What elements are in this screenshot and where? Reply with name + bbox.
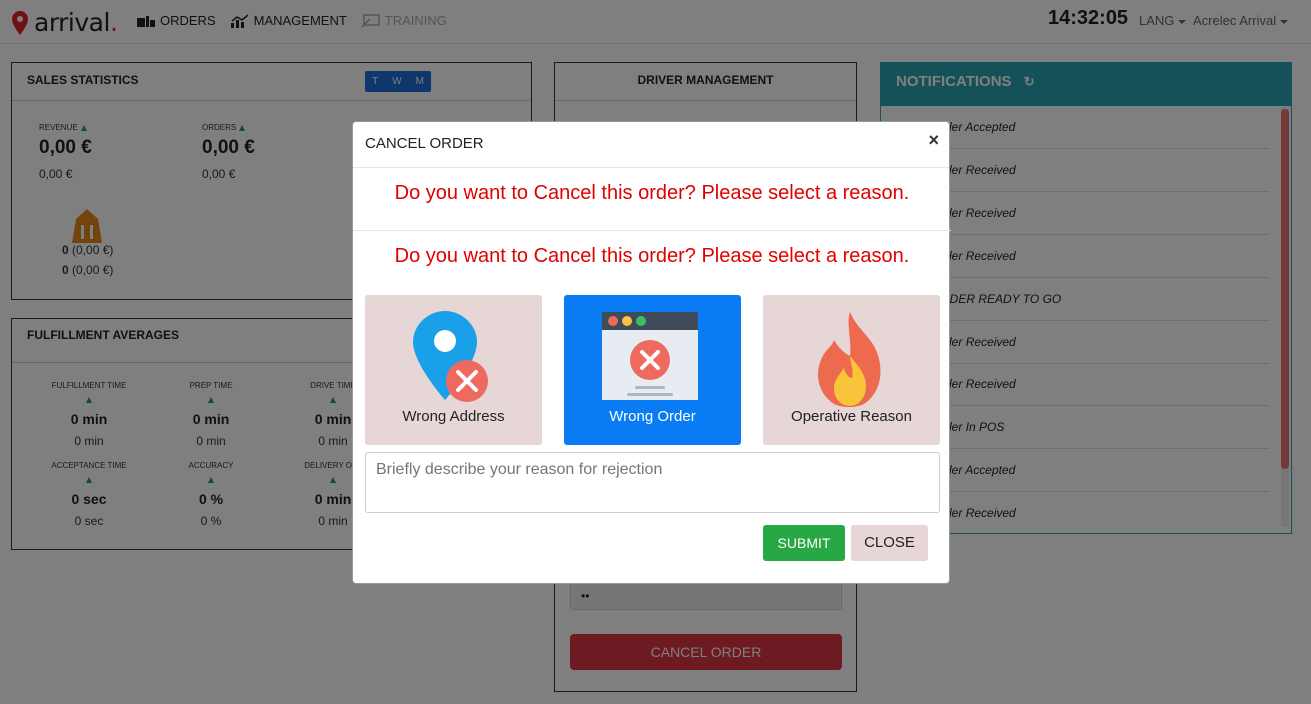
modal-title: CANCEL ORDER (365, 135, 484, 152)
browser-cancel-icon (602, 312, 698, 400)
location-cancel-icon (413, 311, 488, 402)
reason-label: Wrong Address (402, 408, 505, 425)
reason-operative[interactable]: Operative Reason (763, 295, 940, 445)
fire-icon (818, 312, 881, 407)
divider (353, 230, 951, 231)
cancel-order-modal: CANCEL ORDER × Do you want to Cancel thi… (352, 121, 951, 584)
modal-header: CANCEL ORDER × (353, 122, 949, 168)
cancel-prompt: Do you want to Cancel this order? Please… (394, 182, 910, 204)
reason-label: Operative Reason (791, 408, 912, 425)
reason-label: Wrong Order (609, 408, 696, 425)
submit-button[interactable]: SUBMIT (763, 525, 845, 561)
cancel-prompt-repeat: Do you want to Cancel this order? Please… (394, 245, 910, 267)
close-icon[interactable]: × (928, 130, 939, 151)
close-button[interactable]: CLOSE (851, 525, 928, 561)
reason-wrong-order[interactable]: Wrong Order (564, 295, 741, 445)
rejection-reason-input[interactable] (365, 452, 940, 513)
reason-wrong-address[interactable]: Wrong Address (365, 295, 542, 445)
